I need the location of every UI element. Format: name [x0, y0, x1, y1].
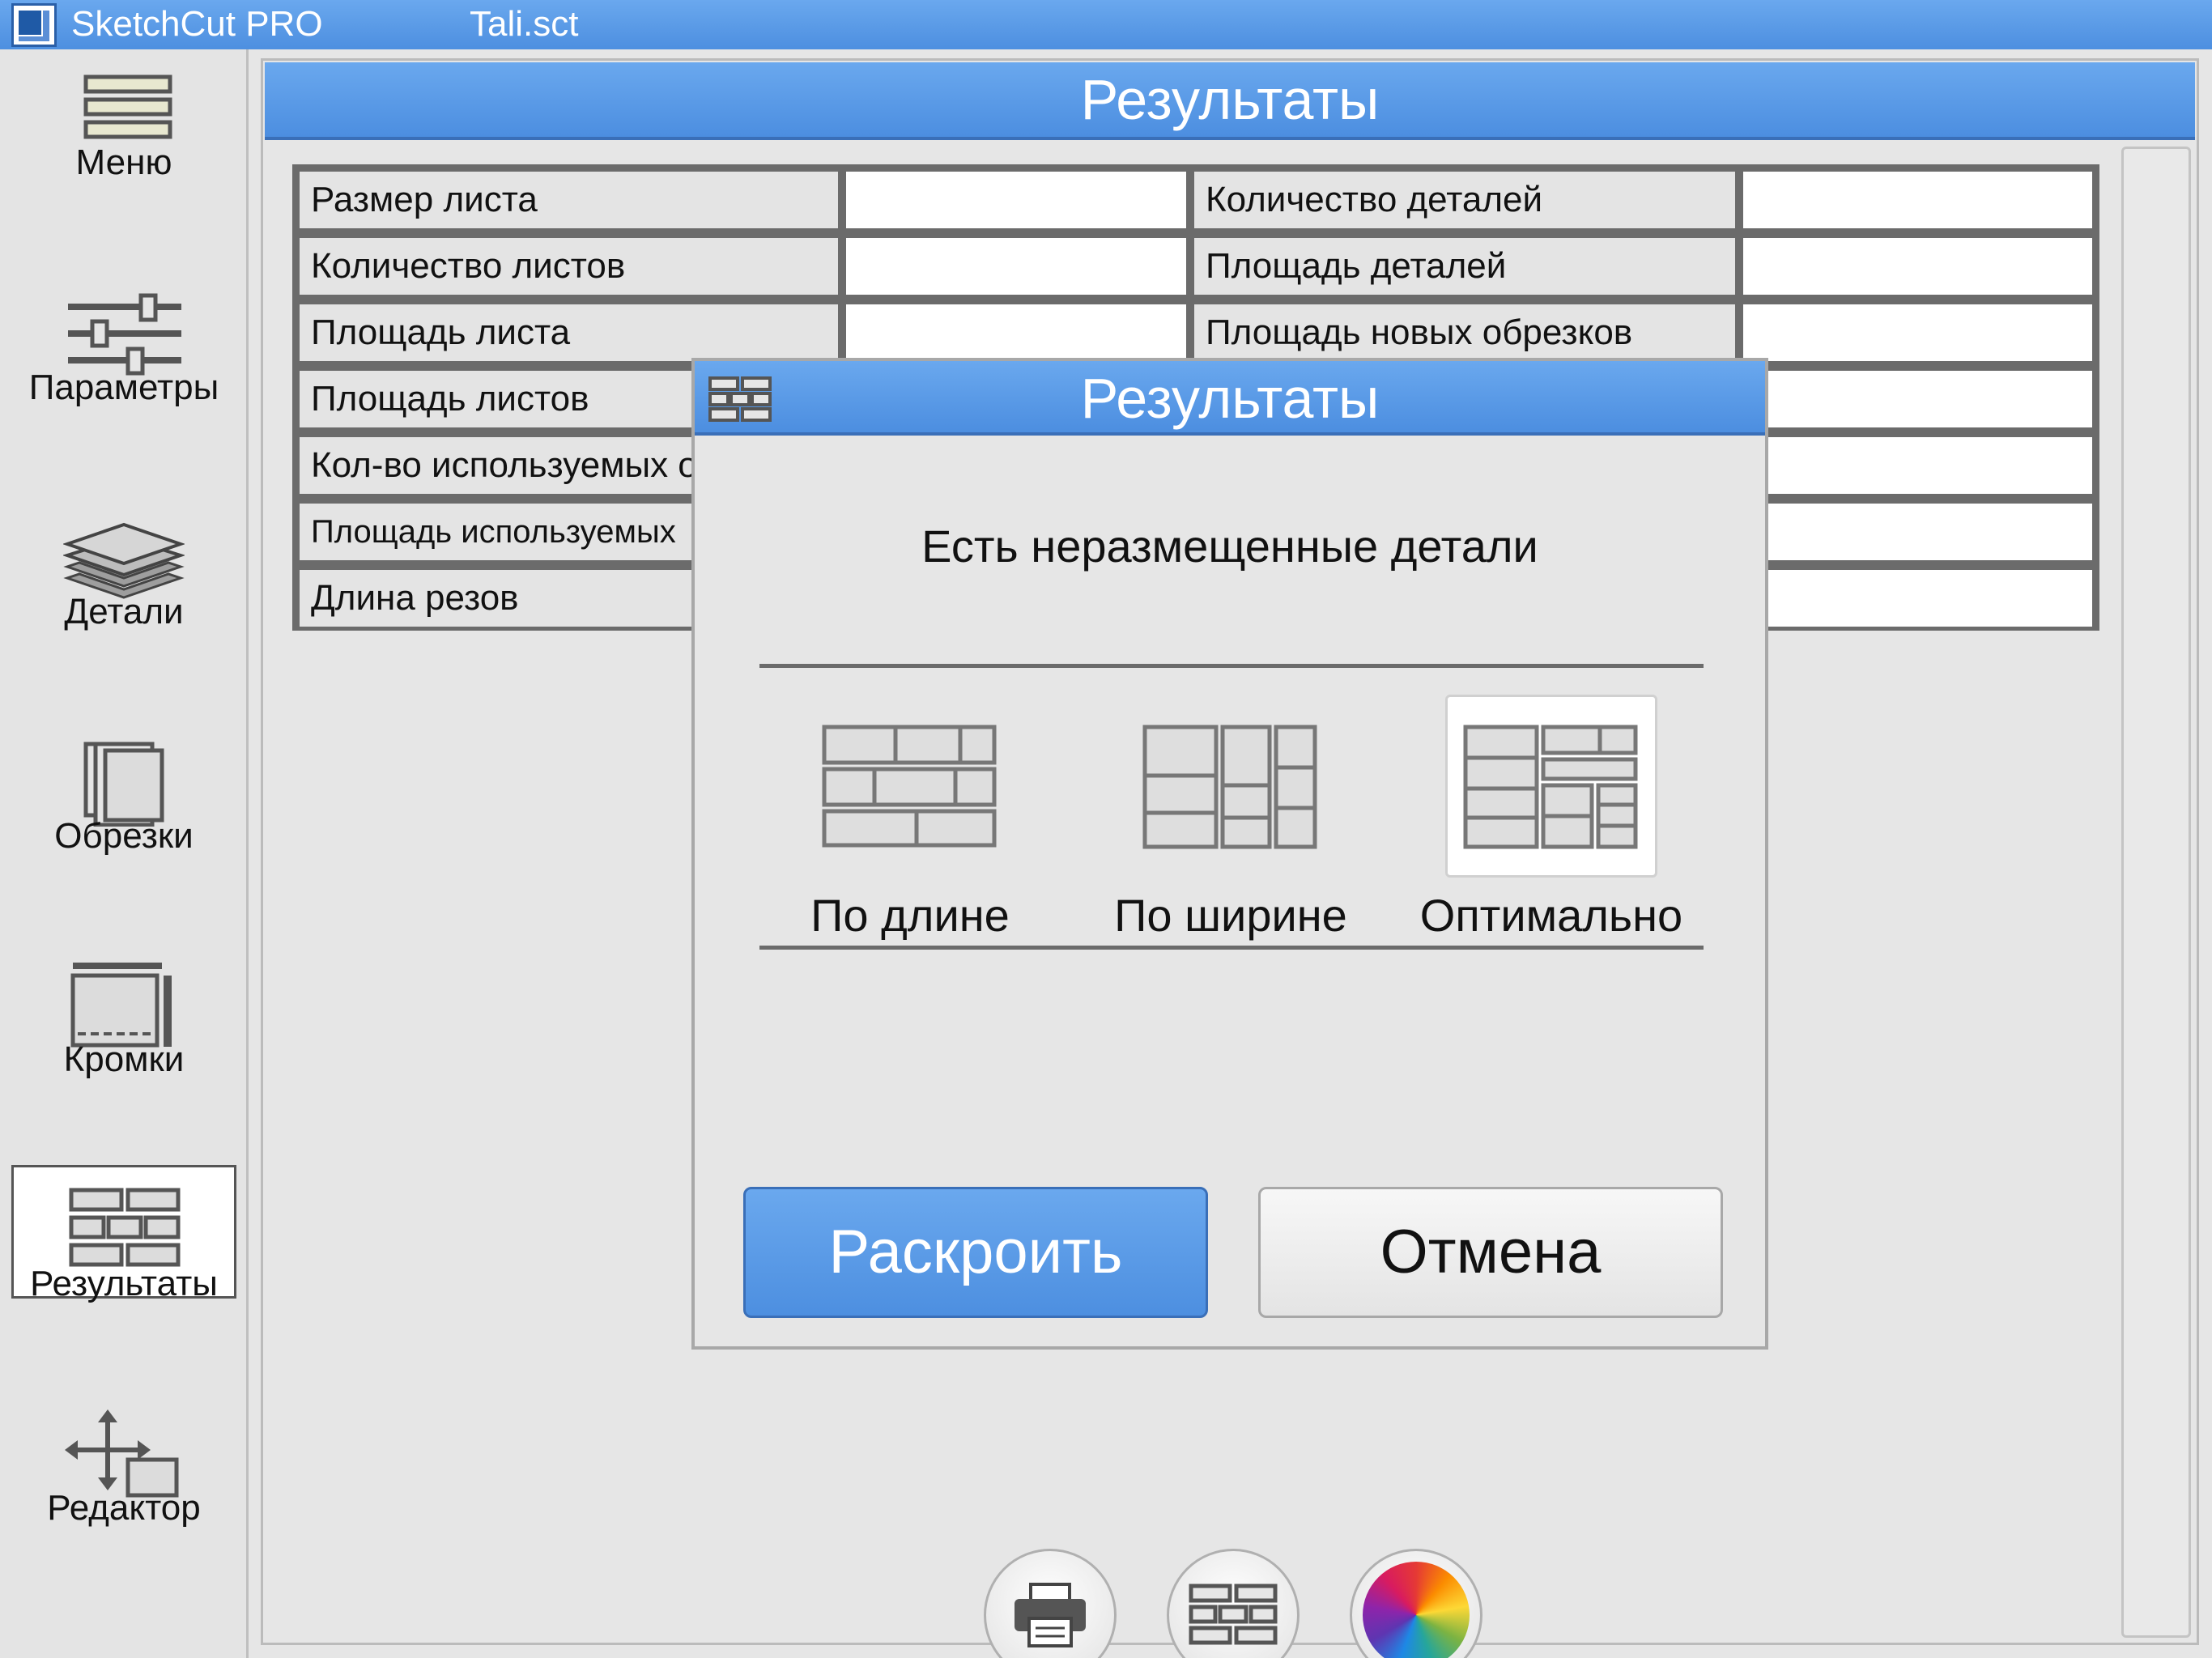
table-cell-label: Площадь деталей [1194, 238, 1735, 295]
sidebar-item-label: Обрезки [54, 816, 194, 856]
file-name: Tali.sct [470, 4, 579, 44]
cut-button[interactable]: Раскроить [743, 1187, 1208, 1318]
sidebar-item-label: Меню [75, 142, 172, 182]
option-by-width[interactable]: По ширине [1113, 695, 1348, 941]
optimal-layout-icon [1463, 725, 1638, 849]
sidebar-item-label: Редактор [47, 1488, 201, 1528]
menu-icon [83, 74, 172, 139]
dialog-title: Результаты [1080, 367, 1380, 430]
divider [759, 664, 1704, 668]
table-cell-value [846, 238, 1186, 295]
table-cell-label: Количество деталей [1194, 172, 1735, 228]
cutting-map-icon [1189, 1584, 1278, 1645]
sidebar-item-details[interactable]: Детали [11, 499, 236, 632]
results-dialog: Результаты Есть неразмещенные детали По … [691, 358, 1768, 1350]
dialog-message: Есть неразмещенные детали [921, 521, 1538, 572]
option-label: По ширине [1114, 890, 1347, 941]
table-cell-value [846, 304, 1186, 361]
option-optimal[interactable]: Оптимально [1420, 695, 1682, 941]
cutting-map-button[interactable] [1167, 1549, 1300, 1658]
table-cell-value [1743, 371, 2092, 427]
table-cell-label: Количество листов [300, 238, 838, 295]
sidebar-item-editor[interactable]: Редактор [11, 1395, 236, 1528]
title-bar: SketchCut PRO Tali.sct [0, 0, 2212, 49]
option-by-length[interactable]: По длине [793, 695, 1027, 941]
table-cell-value [1743, 504, 2092, 560]
sidebar-item-label: Кромки [63, 1039, 185, 1079]
app-logo-icon [11, 3, 57, 47]
color-button[interactable] [1350, 1549, 1482, 1658]
print-icon [1015, 1583, 1086, 1647]
offcuts-icon [83, 742, 164, 827]
layers-icon [63, 522, 185, 599]
table-cell-label: Площадь листа [300, 304, 838, 361]
page-title: Результаты [265, 62, 2195, 140]
scrollbar[interactable] [2121, 147, 2191, 1638]
table-cell-label: Размер листа [300, 172, 838, 228]
table-cell-value [1743, 172, 2092, 228]
app-title: SketchCut PRO [71, 4, 323, 44]
table-cell-label: Площадь новых обрезков [1194, 304, 1735, 361]
option-label: По длине [810, 890, 1010, 941]
move-arrows-icon [65, 1409, 179, 1498]
table-cell-value [1743, 437, 2092, 494]
by-width-layout-icon [1142, 725, 1317, 849]
sliders-icon [68, 293, 181, 376]
cancel-button[interactable]: Отмена [1258, 1187, 1723, 1318]
sidebar-item-offcuts[interactable]: Обрезки [11, 723, 236, 857]
sidebar-item-label: Результаты [30, 1264, 218, 1303]
sidebar-item-results[interactable]: Результаты [11, 1165, 236, 1304]
divider [759, 946, 1704, 950]
sidebar-item-edges[interactable]: Кромки [11, 946, 236, 1080]
results-grid-icon [69, 1188, 181, 1267]
sidebar-item-label: Параметры [28, 368, 219, 407]
sidebar-item-menu[interactable]: Меню [11, 49, 236, 183]
sidebar-item-label: Детали [64, 592, 184, 631]
option-label: Оптимально [1419, 890, 1683, 941]
results-grid-icon [708, 376, 772, 422]
sidebar: Меню Параметры Детали Обрезки Кромки Рез… [0, 49, 249, 1658]
edges-icon [70, 963, 172, 1048]
table-cell-value [1743, 570, 2092, 627]
table-cell-value [1743, 238, 2092, 295]
color-wheel-icon [1363, 1562, 1470, 1658]
sidebar-item-parameters[interactable]: Параметры [11, 274, 236, 408]
table-cell-value [846, 172, 1186, 228]
table-cell-value [1743, 304, 2092, 361]
dialog-title-bar: Результаты [695, 361, 1765, 436]
by-length-layout-icon [822, 725, 997, 848]
print-button[interactable] [984, 1549, 1117, 1658]
